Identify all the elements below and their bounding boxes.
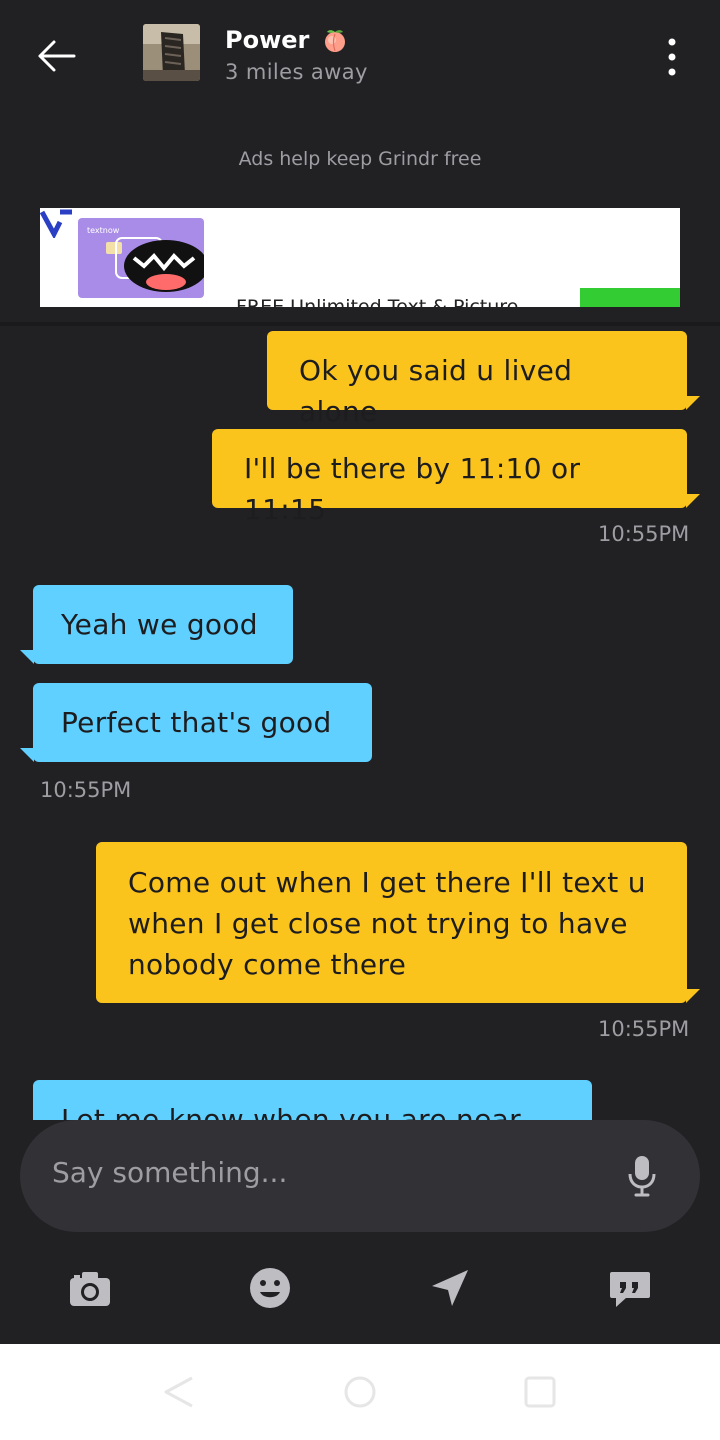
- message-list[interactable]: Ok you said u lived alone I'll be there …: [0, 326, 720, 1120]
- nav-home-icon: [344, 1376, 376, 1408]
- message-text-line: Come out when I get there I'll text u: [128, 866, 646, 899]
- saved-phrases-button[interactable]: [606, 1264, 654, 1312]
- avatar[interactable]: [143, 24, 200, 81]
- ad-brand-logo: [40, 209, 72, 238]
- message-text: Let me know when you are near: [61, 1103, 521, 1120]
- message-text: Yeah we good: [61, 608, 258, 641]
- saved-phrases-icon: [610, 1272, 650, 1307]
- bubble-tail: [686, 989, 700, 1003]
- microphone-icon: [628, 1156, 656, 1197]
- nav-back-button[interactable]: [158, 1372, 198, 1412]
- message-text: Ok you said u lived alone: [299, 354, 573, 428]
- message-text: Perfect that's good: [61, 706, 332, 739]
- incoming-message[interactable]: Let me know when you are near: [33, 1080, 592, 1120]
- outgoing-message[interactable]: Come out when I get there I'll text u wh…: [96, 842, 687, 1003]
- emoji-button[interactable]: [246, 1264, 294, 1312]
- message-composer: [20, 1120, 700, 1232]
- peach-icon: [322, 27, 348, 53]
- nav-recents-button[interactable]: [520, 1372, 560, 1412]
- message-timestamp: 10:55PM: [40, 778, 132, 802]
- more-options-button[interactable]: [656, 34, 688, 80]
- message-input[interactable]: [52, 1156, 612, 1189]
- ad-headline: FREE Unlimited Text & Picture: [236, 296, 519, 307]
- message-timestamp: 10:55PM: [598, 522, 690, 546]
- ads-notice: Ads help keep Grindr free: [238, 148, 482, 170]
- chat-header: Power 3 miles away: [0, 0, 720, 120]
- back-button[interactable]: [30, 36, 82, 76]
- ad-cta-button[interactable]: [580, 288, 680, 307]
- system-navigation-bar: [0, 1344, 720, 1440]
- incoming-message[interactable]: Yeah we good: [33, 585, 293, 664]
- profile-name: Power: [225, 26, 310, 54]
- emoji-icon: [250, 1268, 290, 1308]
- bubble-tail: [686, 494, 700, 508]
- bubble-tail: [20, 748, 34, 762]
- nav-home-button[interactable]: [340, 1372, 380, 1412]
- outgoing-message[interactable]: I'll be there by 11:10 or 11:15: [212, 429, 687, 526]
- message-timestamp: 10:55PM: [598, 1017, 690, 1041]
- nav-recents-icon: [524, 1376, 556, 1408]
- incoming-message[interactable]: Perfect that's good: [33, 683, 372, 762]
- bubble-tail: [20, 650, 34, 664]
- message-text-line: nobody come there: [128, 948, 407, 981]
- ad-banner[interactable]: textnow FREE Unlimited Text & Picture: [40, 208, 680, 307]
- more-vertical-icon: [668, 38, 676, 76]
- bubble-tail: [686, 396, 700, 410]
- arrow-left-icon: [38, 40, 76, 72]
- profile-name-row[interactable]: Power: [225, 26, 348, 54]
- message-text: I'll be there by 11:10 or 11:15: [244, 452, 581, 526]
- profile-distance: 3 miles away: [225, 60, 368, 84]
- microphone-button[interactable]: [626, 1154, 658, 1198]
- location-arrow-icon: [432, 1270, 468, 1306]
- ad-image: textnow: [78, 218, 204, 298]
- camera-icon: [70, 1272, 110, 1306]
- camera-button[interactable]: [66, 1264, 114, 1312]
- chat-toolbar: [0, 1232, 720, 1344]
- outgoing-message[interactable]: Ok you said u lived alone: [267, 331, 687, 428]
- message-text-line: when I get close not trying to have: [128, 907, 628, 940]
- nav-back-icon: [164, 1376, 193, 1408]
- send-location-button[interactable]: [426, 1264, 474, 1312]
